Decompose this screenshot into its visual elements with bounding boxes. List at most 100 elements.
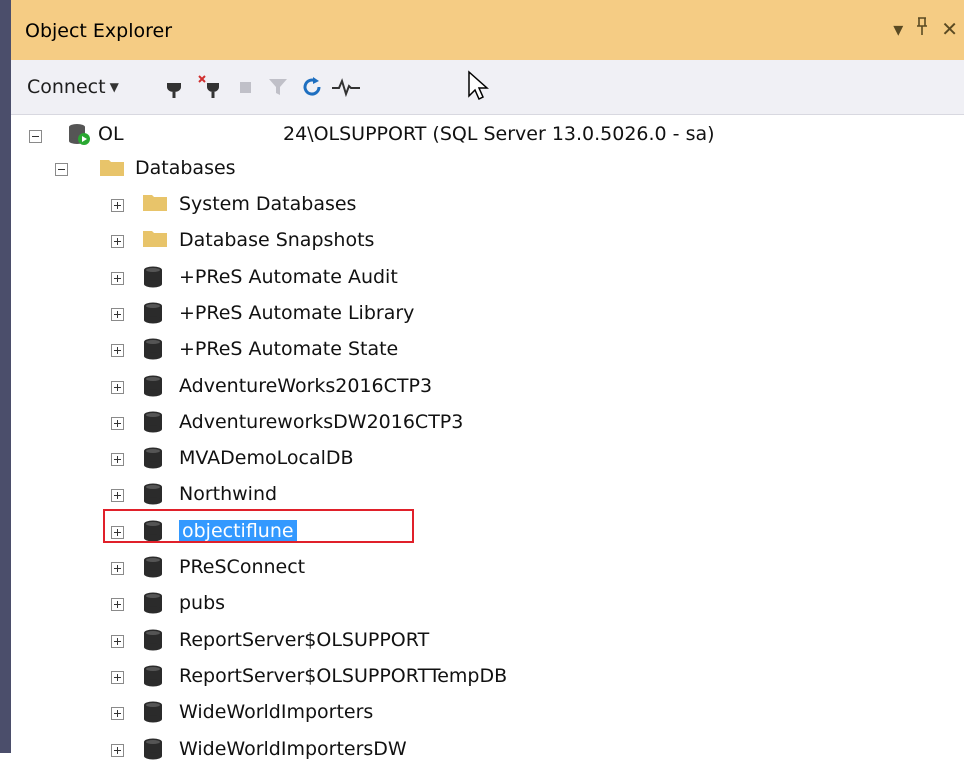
activity-monitor-icon[interactable]: [331, 74, 360, 100]
database-label-text: Northwind: [179, 483, 278, 505]
database-label-text: +PReS Automate State: [179, 338, 399, 360]
expand-icon[interactable]: [111, 272, 124, 285]
database-label-text: ReportServer$OLSUPPORT: [179, 629, 430, 651]
close-icon[interactable]: ✕: [941, 17, 958, 41]
tree-node-folder[interactable]: Database Snapshots: [11, 223, 964, 259]
connect-button[interactable]: Connect ▼: [27, 76, 119, 98]
expand-icon[interactable]: [111, 744, 124, 757]
tree-node-database[interactable]: +PReS Automate State: [11, 332, 964, 368]
database-icon: [142, 374, 164, 402]
expand-icon[interactable]: [111, 562, 124, 575]
folder-label: System Databases: [179, 191, 356, 217]
database-label-text: AdventureWorks2016CTP3: [179, 375, 433, 397]
tree-node-database[interactable]: ReportServer$OLSUPPORTTempDB: [11, 659, 964, 695]
expand-icon[interactable]: [111, 344, 124, 357]
expand-icon[interactable]: [111, 199, 124, 212]
database-label-text: MVADemoLocalDB: [179, 447, 354, 469]
expand-icon[interactable]: [111, 489, 124, 502]
chevron-down-icon[interactable]: ▾: [893, 17, 903, 41]
database-label: ReportServer$OLSUPPORTTempDB: [179, 663, 507, 689]
refresh-icon[interactable]: [299, 74, 325, 100]
stop-icon[interactable]: [233, 74, 259, 100]
database-label: Northwind: [179, 481, 277, 507]
tree-node-database[interactable]: Northwind: [11, 477, 964, 513]
database-label: pubs: [179, 590, 225, 616]
tree-node-folder[interactable]: System Databases: [11, 187, 964, 223]
database-icon: [142, 591, 164, 619]
filter-icon[interactable]: [265, 74, 291, 100]
expand-icon[interactable]: [111, 635, 124, 648]
database-label: +PReS Automate Library: [179, 300, 414, 326]
server-running-icon: [67, 122, 91, 150]
database-label: PReSConnect: [179, 554, 305, 580]
mouse-cursor-icon: [467, 70, 489, 102]
expand-icon[interactable]: [111, 453, 124, 466]
tree-node-databases[interactable]: Databases: [11, 151, 964, 187]
disconnect-icon[interactable]: [197, 74, 223, 100]
database-icon: [142, 555, 164, 583]
expand-icon[interactable]: [111, 598, 124, 611]
connect-icon[interactable]: [161, 74, 187, 100]
expand-icon[interactable]: [111, 707, 124, 720]
database-icon: [142, 265, 164, 293]
database-label-text: +PReS Automate Library: [179, 302, 415, 324]
databases-label: Databases: [135, 157, 236, 179]
panel-controls: ▾ ✕: [893, 16, 958, 41]
tree-node-database[interactable]: +PReS Automate Audit: [11, 260, 964, 296]
database-label-text: WideWorldImportersDW: [179, 738, 407, 760]
database-icon: [142, 301, 164, 329]
server-label-wrap: OL: [98, 121, 124, 147]
expand-icon[interactable]: [111, 381, 124, 394]
collapse-icon[interactable]: [55, 163, 68, 176]
database-icon: [142, 482, 164, 510]
database-label: WideWorldImportersDW: [179, 736, 407, 762]
database-label: +PReS Automate Audit: [179, 264, 398, 290]
server-label-suffix: 24\OLSUPPORT (SQL Server 13.0.5026.0 - s…: [283, 123, 715, 145]
collapse-icon[interactable]: [29, 130, 42, 143]
database-label-text: AdventureworksDW2016CTP3: [179, 411, 464, 433]
expand-icon[interactable]: [111, 671, 124, 684]
tree-node-database[interactable]: +PReS Automate Library: [11, 296, 964, 332]
folder-icon: [142, 228, 168, 252]
database-icon: [142, 664, 164, 692]
expand-icon[interactable]: [111, 235, 124, 248]
server-label-prefix: OL: [98, 123, 124, 145]
tree-node-database[interactable]: PReSConnect: [11, 550, 964, 586]
tree-node-database[interactable]: AdventureworksDW2016CTP3: [11, 405, 964, 441]
tree-node-database[interactable]: MVADemoLocalDB: [11, 441, 964, 477]
expand-icon[interactable]: [111, 417, 124, 430]
database-label-text: System Databases: [179, 193, 357, 215]
object-explorer-window: Object Explorer ▾ ✕ Connect ▼ OL 24\OLSU…: [0, 0, 964, 760]
pin-icon[interactable]: [915, 16, 929, 41]
database-label-text: PReSConnect: [179, 556, 306, 578]
database-label-text: Database Snapshots: [179, 229, 375, 251]
database-icon: [142, 446, 164, 474]
database-label: ReportServer$OLSUPPORT: [179, 627, 429, 653]
expand-icon[interactable]: [111, 308, 124, 321]
object-explorer-tree: OL 24\OLSUPPORT (SQL Server 13.0.5026.0 …: [11, 115, 964, 760]
tree-node-database[interactable]: WideWorldImporters: [11, 695, 964, 731]
panel-titlebar: Object Explorer ▾ ✕: [11, 0, 964, 60]
database-label: WideWorldImporters: [179, 699, 373, 725]
database-label: AdventureWorks2016CTP3: [179, 373, 432, 399]
tree-node-database[interactable]: pubs: [11, 586, 964, 622]
database-label: +PReS Automate State: [179, 336, 398, 362]
window-left-edge: [0, 0, 11, 753]
database-label: AdventureworksDW2016CTP3: [179, 409, 463, 435]
tree-node-database[interactable]: ReportServer$OLSUPPORT: [11, 623, 964, 659]
tree-node-database[interactable]: AdventureWorks2016CTP3: [11, 369, 964, 405]
database-label-text: WideWorldImporters: [179, 701, 374, 723]
chevron-down-icon: ▼: [109, 80, 119, 94]
tree-node-database[interactable]: WideWorldImportersDW: [11, 732, 964, 768]
connect-label: Connect: [27, 76, 106, 98]
folder-icon: [99, 157, 125, 181]
highlight-box: [103, 509, 414, 543]
database-label-text: ReportServer$OLSUPPORTTempDB: [179, 665, 508, 687]
folder-icon: [142, 192, 168, 216]
database-label-text: +PReS Automate Audit: [179, 266, 398, 288]
database-icon: [142, 700, 164, 728]
database-icon: [142, 337, 164, 365]
database-icon: [142, 628, 164, 656]
database-icon: [142, 410, 164, 438]
toolbar: Connect ▼: [11, 60, 964, 115]
